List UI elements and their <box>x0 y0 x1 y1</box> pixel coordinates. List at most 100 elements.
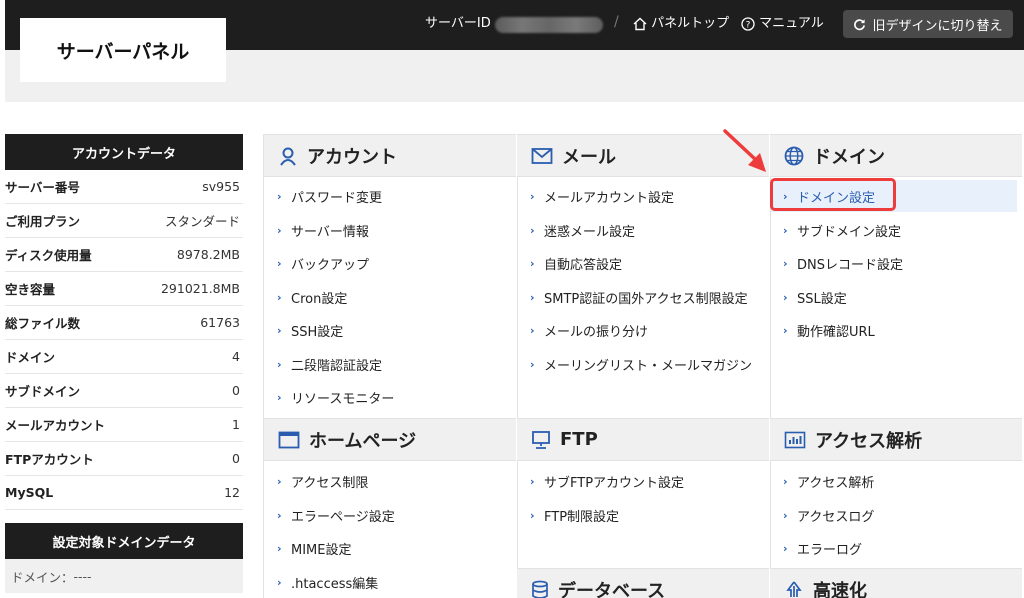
menu-link-label: リソースモニター <box>291 391 395 407</box>
chevron-right-icon: › <box>783 290 788 304</box>
menu-link-label: サブドメイン設定 <box>797 224 902 240</box>
account-data-row: ディスク使用量 8978.2MB <box>5 238 243 272</box>
chevron-right-icon: › <box>277 290 282 304</box>
menu-link-label: メールの振り分け <box>544 324 649 340</box>
account-data-value: 0 <box>232 451 240 466</box>
account-data-row: 総ファイル数 61763 <box>5 306 243 340</box>
section-homepage-title: ホームページ <box>309 430 417 452</box>
account-data-label: 総ファイル数 <box>5 316 81 331</box>
target-domain-row: ドメイン： ---- <box>5 559 243 593</box>
speed-rocket-icon <box>786 580 802 597</box>
menu-link-label: メールアカウント設定 <box>544 190 675 206</box>
menu-link-label: サブFTPアカウント設定 <box>544 475 685 491</box>
chevron-right-icon: › <box>277 323 282 337</box>
section-domain-title: ドメイン <box>813 146 885 168</box>
chevron-right-icon: › <box>783 541 788 555</box>
homepage-menu-link[interactable]: › アクセス制限 <box>277 472 369 491</box>
annotation-highlight-box <box>770 178 896 211</box>
menu-link-label: エラーページ設定 <box>291 509 395 525</box>
account-data-row: 空き容量 291021.8MB <box>5 272 243 306</box>
mail-menu-link[interactable]: › メールアカウント設定 <box>530 187 675 206</box>
account-menu-link[interactable]: › 二段階認証設定 <box>277 355 383 374</box>
mail-menu-link[interactable]: › SMTP認証の国外アクセス制限設定 <box>530 288 748 307</box>
account-menu-link[interactable]: › バックアップ <box>277 254 370 273</box>
mail-icon <box>531 147 553 164</box>
section-domain: ドメイン <box>770 134 1022 177</box>
target-domain-value: ---- <box>73 568 92 584</box>
menu-link-label: SMTP認証の国外アクセス制限設定 <box>544 291 748 307</box>
chevron-right-icon: › <box>783 508 788 522</box>
browser-window-icon <box>278 431 300 448</box>
menu-link-label: 動作確認URL <box>797 324 875 340</box>
mail-menu-link[interactable]: › メーリングリスト・メールマガジン <box>530 355 753 374</box>
domain-menu-link[interactable]: › サブドメイン設定 <box>783 221 902 240</box>
mail-menu-link[interactable]: › メールの振り分け <box>530 321 649 340</box>
menu-link-label: メーリングリスト・メールマガジン <box>544 358 753 374</box>
domain-menu-link[interactable]: › 動作確認URL <box>783 321 875 340</box>
domain-menu-link[interactable]: › DNSレコード設定 <box>783 254 903 273</box>
account-menu-link[interactable]: › パスワード変更 <box>277 187 382 206</box>
annotation-arrow-icon <box>723 129 766 172</box>
menu-link-label: サーバー情報 <box>291 224 369 240</box>
account-data-row: ご利用プラン スタンダード <box>5 204 243 238</box>
chevron-right-icon: › <box>277 256 282 270</box>
menu-link-label: アクセス制限 <box>291 475 369 491</box>
brand-logo[interactable]: サーバーパネル <box>20 18 226 82</box>
manual-link[interactable]: ? マニュアル <box>741 15 824 33</box>
menu-link-label: MIME設定 <box>291 542 352 558</box>
account-data-label: サブドメイン <box>5 384 81 399</box>
chevron-right-icon: › <box>277 390 282 404</box>
ftp-menu-link[interactable]: › サブFTPアカウント設定 <box>530 472 685 491</box>
section-database: データベース <box>517 568 769 598</box>
chevron-right-icon: › <box>530 508 535 522</box>
chevron-right-icon: › <box>277 508 282 522</box>
section-homepage: ホームページ <box>264 418 516 461</box>
section-access-analysis-title: アクセス解析 <box>815 430 923 452</box>
menu-link-label: .htaccess編集 <box>291 576 379 592</box>
section-database-title: データベース <box>558 580 666 598</box>
account-menu-link[interactable]: › サーバー情報 <box>277 221 369 240</box>
chevron-right-icon: › <box>277 575 282 589</box>
domain-menu-link[interactable]: › SSL設定 <box>783 288 847 307</box>
menu-link-label: SSH設定 <box>291 324 344 340</box>
account-data-row: メールアカウント 1 <box>5 408 243 442</box>
svg-text:?: ? <box>746 20 751 30</box>
server-id-label: サーバーID <box>425 16 491 31</box>
access-menu-link[interactable]: › エラーログ <box>783 539 863 558</box>
chevron-right-icon: › <box>277 474 282 488</box>
old-design-button[interactable]: 旧デザインに切り替え <box>843 10 1013 38</box>
column-divider <box>517 134 518 598</box>
menu-link-label: エラーログ <box>797 542 863 558</box>
section-ftp: FTP <box>517 418 769 461</box>
menu-link-label: バックアップ <box>291 257 370 273</box>
mail-menu-link[interactable]: › 自動応答設定 <box>530 254 622 273</box>
help-circle-icon: ? <box>741 16 755 31</box>
homepage-menu-link[interactable]: › エラーページ設定 <box>277 506 395 525</box>
target-domain-label: ドメイン： <box>11 569 74 585</box>
account-data-value: 12 <box>224 485 240 500</box>
chevron-right-icon: › <box>783 256 788 270</box>
account-menu-link[interactable]: › リソースモニター <box>277 388 395 407</box>
access-menu-link[interactable]: › アクセス解析 <box>783 472 874 491</box>
chevron-right-icon: › <box>277 223 282 237</box>
homepage-menu-link[interactable]: › MIME設定 <box>277 539 352 558</box>
section-mail-title: メール <box>562 146 616 168</box>
account-data-label: 空き容量 <box>5 282 56 297</box>
account-menu-link[interactable]: › SSH設定 <box>277 321 344 340</box>
access-menu-link[interactable]: › アクセスログ <box>783 506 874 525</box>
homepage-menu-link[interactable]: › .htaccess編集 <box>277 573 379 592</box>
ftp-menu-link[interactable]: › FTP制限設定 <box>530 506 619 525</box>
account-menu-link[interactable]: › Cron設定 <box>277 288 347 307</box>
chevron-right-icon: › <box>530 357 535 371</box>
panel-top-link[interactable]: パネルトップ <box>633 15 729 33</box>
account-data-row: ドメイン 4 <box>5 340 243 374</box>
account-data-value: 0 <box>232 383 240 398</box>
database-icon <box>532 580 548 598</box>
user-icon <box>280 147 296 166</box>
mail-menu-link[interactable]: › 迷惑メール設定 <box>530 221 635 240</box>
account-data-value: 61763 <box>200 315 240 330</box>
menu-link-label: 二段階認証設定 <box>291 358 383 374</box>
account-data-label: サーバー番号 <box>5 180 80 195</box>
section-account-title: アカウント <box>307 146 397 168</box>
chevron-right-icon: › <box>530 189 535 203</box>
